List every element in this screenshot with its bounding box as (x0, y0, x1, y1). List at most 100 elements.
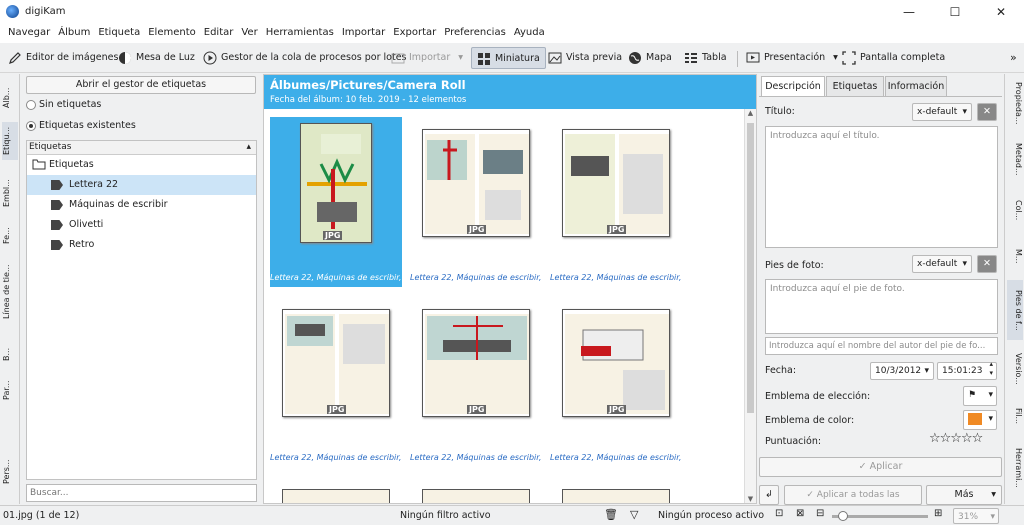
caption-language-select[interactable]: x-default ▾ (912, 255, 972, 273)
tab-dates[interactable]: Fe... (2, 224, 18, 248)
existing-tags-option[interactable]: Etiquetas existentes (26, 120, 136, 131)
zoom-slider-handle[interactable] (838, 511, 848, 521)
tab-timeline[interactable]: Línea de tie... (2, 264, 18, 320)
thumbnail-item-partial[interactable] (422, 489, 530, 503)
more-button[interactable]: Más ▾ (926, 485, 1002, 505)
minimize-button[interactable]: — (886, 0, 932, 24)
tag-search-input[interactable] (26, 484, 257, 502)
menu-album[interactable]: Álbum (54, 24, 94, 42)
tab-fuzzy[interactable]: Par... (2, 376, 18, 404)
existing-tags-radio[interactable] (26, 120, 36, 131)
spin-arrows-icon[interactable]: ▴ ▾ (989, 360, 993, 378)
tab-information[interactable]: Información (885, 76, 947, 96)
tag-tree-header[interactable]: Etiquetas ▴ (27, 141, 256, 155)
zoom-fit-icon[interactable]: ⊡ (775, 508, 783, 519)
clear-caption-icon[interactable]: ✕ (977, 255, 997, 273)
batch-queue-button[interactable]: Gestor de la cola de procesos por lotes (203, 47, 406, 69)
menu-herramientas[interactable]: Herramientas (262, 24, 338, 42)
thumbnail-item[interactable]: JPG Lettera 22, Máquinas de escribir, ..… (410, 297, 542, 467)
pick-label-select[interactable]: ⚑ ▾ (963, 386, 997, 406)
apply-all-versions-button[interactable]: ✓ Aplicar a todas las versiones (784, 485, 922, 518)
map-button[interactable]: Mapa (628, 47, 672, 69)
revert-icon[interactable]: ↲ (759, 485, 779, 505)
tab-captions[interactable]: Pies de f... (1007, 280, 1023, 340)
title-textarea[interactable]: Introduzca aquí el título. (765, 126, 998, 248)
thumbnail-item[interactable]: JPG Lettera 22, Máquinas de escribir, ..… (550, 297, 682, 467)
title-language-select[interactable]: x-default ▾ (912, 103, 972, 121)
scroll-up-arrow-icon[interactable]: ▲ (745, 109, 756, 117)
tag-item-lettera22[interactable]: Lettera 22 (27, 175, 256, 195)
apply-button[interactable]: ✓ Aplicar (759, 457, 1002, 477)
light-table-icon (119, 51, 131, 64)
thumbnail-image: JPG (282, 309, 390, 417)
thumbnail-item-partial[interactable] (562, 489, 670, 503)
thumbnail-view-button[interactable]: Miniatura (471, 47, 546, 69)
tab-tools[interactable]: Herrami... (1007, 438, 1023, 498)
tab-metadata[interactable]: Metad... (1007, 136, 1023, 182)
tab-search[interactable]: B... (2, 346, 18, 362)
image-editor-button[interactable]: Editor de imágenes (8, 47, 118, 69)
zoom-in-icon[interactable]: ⊞ (934, 508, 942, 519)
menu-exportar[interactable]: Exportar (389, 24, 440, 42)
color-label-select[interactable]: ▾ (963, 410, 997, 430)
scrollbar-thumb[interactable] (747, 123, 754, 413)
thumbnail-item[interactable]: JPG Lettera 22, Máquinas de escribir, ..… (270, 117, 402, 287)
date-picker[interactable]: 10/3/2012 ▾ (870, 362, 934, 380)
tab-labels[interactable]: Embl... (2, 178, 18, 208)
tag-root-row[interactable]: Etiquetas (27, 155, 256, 175)
tag-item-retro[interactable]: Retro (27, 235, 256, 255)
light-table-button[interactable]: Mesa de Luz (118, 47, 195, 69)
close-button[interactable]: ✕ (978, 0, 1024, 24)
open-tag-manager-button[interactable]: Abrir el gestor de etiquetas (26, 76, 256, 94)
tab-albums[interactable]: Álb... (2, 80, 18, 116)
thumbnail-item[interactable]: JPG Lettera 22, Máquinas de escribir, ..… (550, 117, 682, 287)
jpg-badge: JPG (607, 405, 627, 414)
no-tags-radio[interactable] (26, 99, 36, 110)
light-table-label: Mesa de Luz (136, 52, 195, 63)
time-spinbox[interactable]: 15:01:23 ▴ ▾ (937, 360, 997, 380)
tab-properties[interactable]: Propieda... (1007, 78, 1023, 128)
tab-people[interactable]: Pers... (2, 454, 18, 490)
menu-ayuda[interactable]: Ayuda (510, 24, 549, 42)
tab-versions[interactable]: Versio... (1007, 344, 1023, 394)
menu-preferencias[interactable]: Preferencias (440, 24, 510, 42)
tag-item-maquinas[interactable]: Máquinas de escribir (27, 195, 256, 215)
fullscreen-button[interactable]: Pantalla completa (842, 47, 945, 69)
presentation-button[interactable]: Presentación ▾ (746, 47, 838, 69)
tag-item-olivetti[interactable]: Olivetti (27, 215, 256, 235)
thumbnail-item[interactable]: JPG Lettera 22, Máquinas de escribir, ..… (270, 297, 402, 467)
tab-colors[interactable]: Col... (1007, 192, 1023, 228)
maximize-button[interactable]: ☐ (932, 0, 978, 24)
menu-editar[interactable]: Editar (200, 24, 238, 42)
thumbnail-item-partial[interactable] (282, 489, 390, 503)
rating-stars[interactable]: ☆☆☆☆☆ (929, 431, 983, 446)
toolbar-overflow-button[interactable]: » (1010, 47, 1017, 69)
import-button[interactable]: Importar ▾ (391, 47, 463, 69)
tab-tags[interactable]: Etiqu... (2, 122, 18, 160)
clear-title-icon[interactable]: ✕ (977, 103, 997, 121)
menu-ver[interactable]: Ver (237, 24, 261, 42)
tab-filters[interactable]: Fil... (1007, 398, 1023, 434)
tab-map[interactable]: M... (1007, 238, 1023, 274)
menu-navegar[interactable]: Navegar (4, 24, 54, 42)
tab-description[interactable]: Descripción (761, 76, 825, 96)
icon-view-scrollbar[interactable]: ▲ ▼ (744, 109, 756, 503)
zoom-out-icon[interactable]: ⊟ (816, 508, 824, 519)
tab-tags[interactable]: Etiquetas (826, 76, 884, 96)
menu-importar[interactable]: Importar (338, 24, 389, 42)
caption-lang-value: x-default (917, 259, 958, 269)
filter-icon[interactable]: ▽ (630, 508, 638, 521)
menu-etiqueta[interactable]: Etiqueta (94, 24, 144, 42)
caption-textarea[interactable]: Introduzca aquí el pie de foto. (765, 279, 998, 334)
preview-button[interactable]: Vista previa (548, 47, 622, 69)
zoom-slider[interactable] (832, 511, 928, 521)
no-tags-option[interactable]: Sin etiquetas (26, 99, 101, 110)
trash-icon[interactable]: 🗑 (604, 508, 618, 521)
caption-author-input[interactable]: Introduzca aquí el nombre del autor del … (765, 337, 998, 355)
zoom-original-icon[interactable]: ⊠ (796, 508, 804, 519)
scroll-down-arrow-icon[interactable]: ▼ (745, 495, 756, 503)
thumbnail-item[interactable]: JPG Lettera 22, Máquinas de escribir, ..… (410, 117, 542, 287)
zoom-level-select[interactable]: 31% ▾ (953, 508, 999, 524)
table-view-button[interactable]: Tabla (684, 47, 727, 69)
menu-elemento[interactable]: Elemento (144, 24, 200, 42)
